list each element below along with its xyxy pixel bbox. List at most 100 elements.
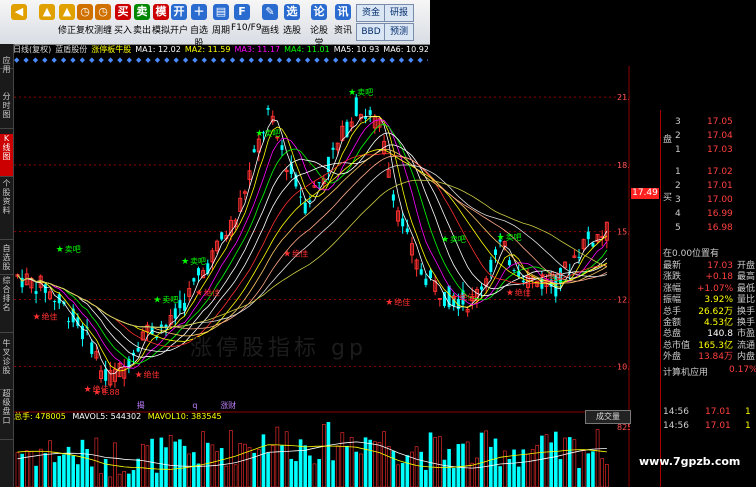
volume-bar — [99, 473, 103, 487]
toolbar-button-9[interactable]: ＋自选股 — [188, 2, 210, 49]
quote-value: 3.92% — [704, 295, 733, 306]
volume-bar — [484, 430, 489, 487]
volume-bar — [470, 462, 475, 487]
nav-item-0[interactable]: 应用 — [0, 56, 13, 74]
ma-label-4: MA4: 11.01 — [284, 45, 330, 54]
quote-row: 涨跌 +0.18 最高 — [661, 271, 756, 283]
candle-body — [280, 145, 284, 150]
mavol10-label: MAVOL10: 383545 — [147, 412, 222, 421]
quote-value: 17.03 — [707, 261, 733, 271]
volume-bar — [479, 432, 484, 487]
volume-bar — [558, 459, 563, 487]
toolbar-button-0[interactable]: ◀ — [8, 2, 30, 42]
toolbar-bbd-button[interactable]: BBD — [356, 23, 386, 41]
volume-bar — [377, 442, 382, 487]
toolbar-button-14[interactable]: 论论股堂 — [308, 2, 330, 49]
signal-star-icon: ★ — [195, 288, 203, 298]
event-marker: q — [192, 401, 197, 410]
volume-bar — [540, 435, 544, 487]
signal-star-icon: ★ — [135, 370, 143, 380]
up-arrow-icon: ▲ — [39, 4, 55, 20]
nav-item-5[interactable]: 综合排名 — [0, 276, 13, 333]
candle-body — [136, 347, 140, 352]
volume-indicator-button[interactable]: 成交量 — [585, 410, 631, 424]
toolbar-yanbao-button[interactable]: 研报 — [384, 4, 414, 22]
candle-body — [220, 232, 224, 240]
order-price: 17.01 — [707, 181, 733, 191]
volume-bar — [168, 434, 173, 487]
volume-bar — [530, 449, 535, 487]
order-price: 17.03 — [707, 145, 733, 155]
toolbar-zijin-button[interactable]: 资金 — [356, 4, 386, 22]
volume-bar — [368, 439, 372, 487]
current-price-tag: 17.49 — [631, 188, 659, 199]
signal-star-icon: ★ — [255, 129, 263, 139]
volume-bar — [52, 462, 57, 487]
toolbar-button-8[interactable]: 开开户 — [168, 2, 190, 42]
signal-star-icon: ★ — [385, 298, 393, 308]
signal-star-icon: ★ — [283, 250, 291, 260]
nav-item-7[interactable]: 超级盘口 — [0, 389, 13, 440]
nav-item-3[interactable]: 个股资料 — [0, 179, 13, 240]
candle-body — [192, 278, 196, 282]
volume-bar — [345, 445, 349, 487]
toolbar-yuce-button[interactable]: 预测 — [384, 23, 414, 41]
quote-row: 最新 17.03 开盘 — [661, 260, 756, 272]
order-price: 17.02 — [707, 167, 733, 177]
volume-bar — [252, 452, 256, 487]
select-icon: 选 — [284, 4, 300, 20]
volume-bar — [34, 465, 38, 487]
nav-item-6[interactable]: 牛叉诊股 — [0, 339, 13, 390]
kline-chart[interactable]: 21.2118.4015.6412.8310.06★卖吧★绝佳★绝佳★8.88★… — [14, 66, 630, 487]
clock-icon: ◷ — [95, 4, 111, 20]
toolbar-button-1[interactable]: ▲ — [36, 2, 58, 42]
candle-body — [401, 218, 405, 227]
sell-order-row: 2 17.04 — [661, 130, 756, 142]
ma-line — [17, 148, 608, 342]
volume-bar — [62, 454, 66, 487]
toolbar-button-15[interactable]: 讯资讯 — [332, 2, 354, 42]
sector-name: 计算机应用 — [663, 368, 709, 378]
toolbar-button-13[interactable]: 选选股 — [281, 2, 303, 42]
quote-panel: 盘 3 17.05 2 17.04 1 17.03 17.49 买 1 17.02 2 17.01 3 17… — [631, 110, 756, 487]
toolbar-button-label: 开户 — [169, 26, 188, 36]
toolbar-button-10[interactable]: ▤ 周期 — [210, 2, 232, 42]
y-tick-label: 10.06 — [617, 362, 630, 371]
nav-item-4[interactable]: 自选股 — [0, 244, 13, 275]
tick-volume: 1 — [745, 421, 751, 431]
volume-bar — [354, 451, 359, 487]
nav-item-1[interactable]: 分时图 — [0, 92, 13, 129]
candle-body — [591, 242, 595, 247]
candle-body — [419, 269, 423, 275]
volume-bar — [396, 464, 400, 487]
toolbar-button-12[interactable]: ✎ 画线 — [259, 2, 281, 42]
sector-change: 0.17% — [729, 365, 756, 375]
quote-label: 外盘 — [663, 352, 682, 363]
volume-bar — [140, 443, 145, 487]
nav-item-2[interactable]: K线图 — [0, 134, 13, 177]
volume-bar — [173, 441, 178, 487]
sector-row[interactable]: 计算机应用 0.17% — [663, 365, 756, 378]
signal-diamond-row: ◆◆◆◆◆◆◆◆◆◆◆◆◆◆◆◆◆◆◆◆◆◆◆◆◆◆◆◆◆◆◆◆◆◆◆◆◆◆◆◆… — [14, 56, 428, 64]
volume-bar — [15, 452, 20, 487]
stock-name: 蓝盾股份 — [55, 45, 88, 54]
quote-value: +1.07% — [697, 283, 734, 294]
order-price: 16.99 — [707, 209, 733, 219]
quote-value: 165.3亿 — [698, 340, 733, 351]
clock-icon: ◷ — [77, 4, 93, 20]
event-marker: 涨财 — [220, 400, 236, 410]
left-nav: 应用分时图 K线图个股资料自选股 综合排名牛叉诊股 超级盘口 — [0, 44, 14, 487]
candle-body — [345, 121, 349, 137]
volume-bar — [489, 446, 493, 487]
volume-bar — [340, 432, 345, 487]
toolbar-button-label: 资讯 — [333, 26, 352, 36]
candle-body — [493, 249, 497, 255]
candle-body — [299, 196, 303, 198]
signal-label: 绝佳 — [547, 270, 563, 280]
sell-order-row: 1 17.03 — [661, 144, 756, 156]
toolbar-button-4[interactable]: ◷ 测缠 — [92, 2, 114, 42]
volume-bar — [201, 431, 205, 487]
toolbar-button-11[interactable]: F F10/F9 — [231, 2, 262, 42]
volume-bar — [312, 463, 317, 487]
period-label[interactable]: 日线(复权) — [13, 45, 51, 54]
